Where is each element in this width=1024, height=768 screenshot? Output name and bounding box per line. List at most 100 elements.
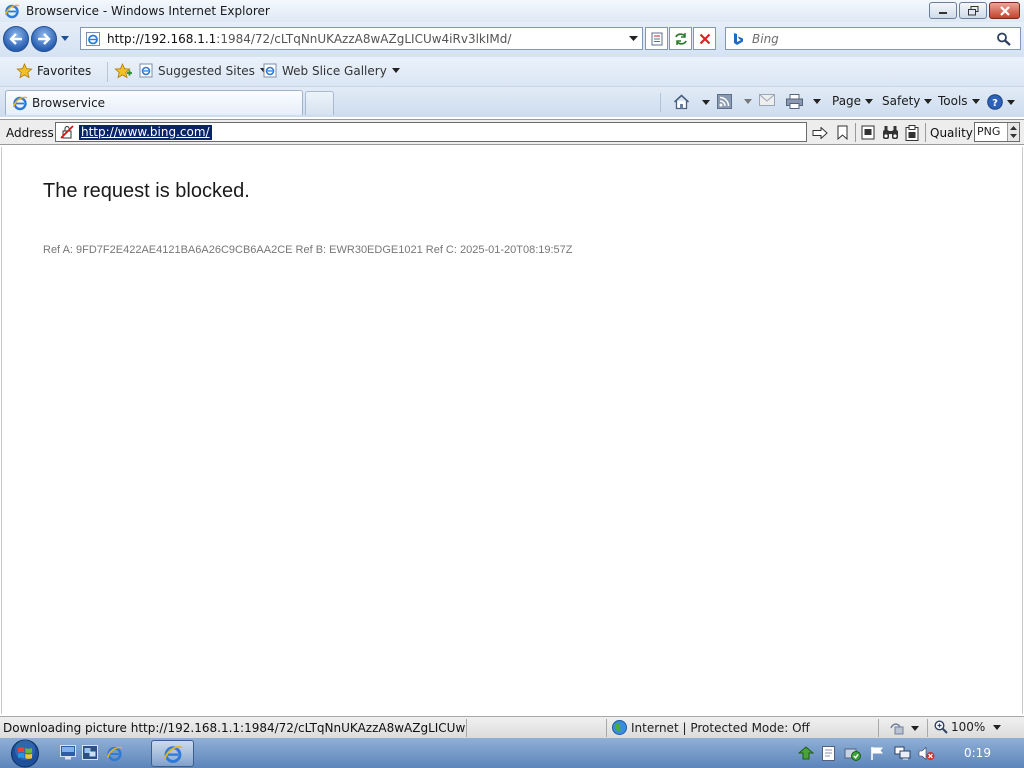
status-separator <box>466 719 467 737</box>
minimize-button[interactable] <box>929 2 957 19</box>
compatibility-view-button[interactable] <box>645 27 668 50</box>
web-slice-gallery-link[interactable]: Web Slice Gallery <box>263 63 400 78</box>
safety-menu-label: Safety <box>882 94 921 108</box>
page-icon <box>263 63 277 78</box>
go-button[interactable] <box>810 123 830 142</box>
security-zone[interactable]: Internet | Protected Mode: Off <box>612 720 810 735</box>
printer-icon <box>786 94 803 109</box>
zoom-level-button[interactable]: 100% <box>934 720 985 734</box>
search-placeholder: Bing <box>752 31 779 46</box>
chevron-down-icon[interactable] <box>993 725 1001 730</box>
back-button[interactable] <box>3 26 29 52</box>
ie-logo-icon <box>163 745 182 763</box>
address-label: Address <box>6 126 54 140</box>
help-button[interactable]: ? <box>987 94 1015 110</box>
stop-icon <box>699 33 710 44</box>
chevron-down-icon <box>911 725 919 731</box>
read-mail-button[interactable] <box>759 94 775 106</box>
network-icon[interactable] <box>894 746 911 761</box>
print-button[interactable] <box>786 94 821 109</box>
insecure-connection-icon <box>60 125 74 139</box>
svg-text:?: ? <box>992 98 998 109</box>
chevron-down-icon <box>924 98 933 104</box>
volume-muted-icon[interactable] <box>918 746 935 761</box>
close-window-button[interactable] <box>989 2 1020 19</box>
url-text: http://192.168.1.1:1984/72/cLTqNnUKAzzA8… <box>107 32 511 46</box>
stop-button[interactable] <box>693 27 716 50</box>
start-button[interactable] <box>6 739 44 768</box>
security-zone-label: Internet | Protected Mode: Off <box>631 720 810 735</box>
chevron-down-icon <box>1007 99 1015 105</box>
find-page-icon <box>861 125 875 140</box>
clipboard-button[interactable] <box>902 123 922 142</box>
forward-button[interactable] <box>31 26 57 52</box>
address-field[interactable]: http://www.bing.com/ <box>55 122 807 142</box>
switch-windows-icon[interactable] <box>82 745 98 760</box>
compatibility-view-icon <box>651 32 662 45</box>
reference-ids: Ref A: 9FD7F2E422AE4121BA6A26C9CB6AA2CE … <box>43 244 573 256</box>
new-tab-button[interactable] <box>305 91 334 115</box>
chevron-down-icon <box>813 99 821 104</box>
tab-browservice[interactable]: Browservice <box>5 90 303 115</box>
home-icon <box>673 94 690 110</box>
quality-spinner[interactable] <box>1007 123 1019 141</box>
document-icon[interactable] <box>822 746 835 761</box>
change-zone-settings-button[interactable] <box>889 721 919 735</box>
taskbar: 0:19 <box>0 738 1024 768</box>
status-separator <box>606 719 607 737</box>
ie-logo-icon <box>12 96 28 111</box>
url-field[interactable]: http://192.168.1.1:1984/72/cLTqNnUKAzzA8… <box>80 27 643 50</box>
url-path: :1984/72/cLTqNnUKAzzA8wAZgLICUw4iRv3lkIM… <box>216 31 512 46</box>
find-button[interactable] <box>880 123 900 142</box>
browservice-toolbar: Address http://www.bing.com/ Quality PNG <box>0 119 1024 145</box>
status-bar: Downloading picture http://192.168.1.1:1… <box>0 716 1024 738</box>
tab-label: Browservice <box>32 96 106 110</box>
page-icon <box>86 31 100 46</box>
clock: 0:19 <box>964 746 991 760</box>
page-menu[interactable]: Page <box>832 94 874 108</box>
windows-logo-icon <box>11 739 39 768</box>
safety-menu[interactable]: Safety <box>882 94 933 108</box>
quality-value: PNG <box>977 125 1001 138</box>
url-host: http://192.168.1.1 <box>107 31 217 46</box>
refresh-icon <box>674 32 687 45</box>
home-button[interactable] <box>673 94 710 110</box>
suggested-sites-link[interactable]: Suggested Sites <box>139 63 268 78</box>
search-field[interactable]: Bing <box>725 27 1021 50</box>
toolbar-separator <box>855 123 856 142</box>
chevron-down-icon[interactable] <box>629 36 638 42</box>
quality-selector[interactable]: PNG <box>974 122 1020 142</box>
favorites-separator <box>107 62 108 82</box>
search-icon[interactable] <box>996 32 1012 46</box>
favorites-button[interactable]: Favorites <box>16 63 91 79</box>
taskbar-internet-explorer[interactable] <box>151 740 194 767</box>
security-check-icon[interactable] <box>844 746 861 761</box>
bing-icon <box>734 32 743 45</box>
restore-button[interactable] <box>959 2 987 19</box>
ie-logo-icon[interactable] <box>106 745 123 762</box>
address-value: http://www.bing.com/ <box>79 124 212 140</box>
feeds-button[interactable] <box>717 94 752 109</box>
bookmark-button[interactable] <box>832 123 852 142</box>
star-icon <box>16 63 33 79</box>
clipboard-icon <box>905 124 919 141</box>
tools-menu[interactable]: Tools <box>938 94 980 108</box>
add-to-favorites-bar-button[interactable] <box>114 63 132 79</box>
chevron-down-icon <box>702 99 710 105</box>
tab-and-command-bar: Browservice Page Safety Tools ? <box>0 87 1024 117</box>
binoculars-icon <box>882 126 898 139</box>
globe-icon <box>612 720 627 735</box>
command-bar-grip <box>660 93 661 112</box>
network-sharing-icon[interactable] <box>798 746 814 760</box>
recent-pages-dropdown-icon[interactable] <box>60 35 70 43</box>
mail-icon <box>759 94 775 106</box>
show-desktop-icon[interactable] <box>60 745 76 760</box>
navigation-bar: http://192.168.1.1:1984/72/cLTqNnUKAzzA8… <box>0 22 1024 57</box>
arrow-left-icon <box>9 33 22 45</box>
action-center-flag-icon[interactable] <box>870 746 885 761</box>
bookmark-icon <box>837 125 847 140</box>
web-slice-gallery-label: Web Slice Gallery <box>282 63 387 78</box>
find-in-page-button[interactable] <box>858 123 878 142</box>
refresh-button[interactable] <box>669 27 692 50</box>
close-icon <box>999 5 1010 16</box>
